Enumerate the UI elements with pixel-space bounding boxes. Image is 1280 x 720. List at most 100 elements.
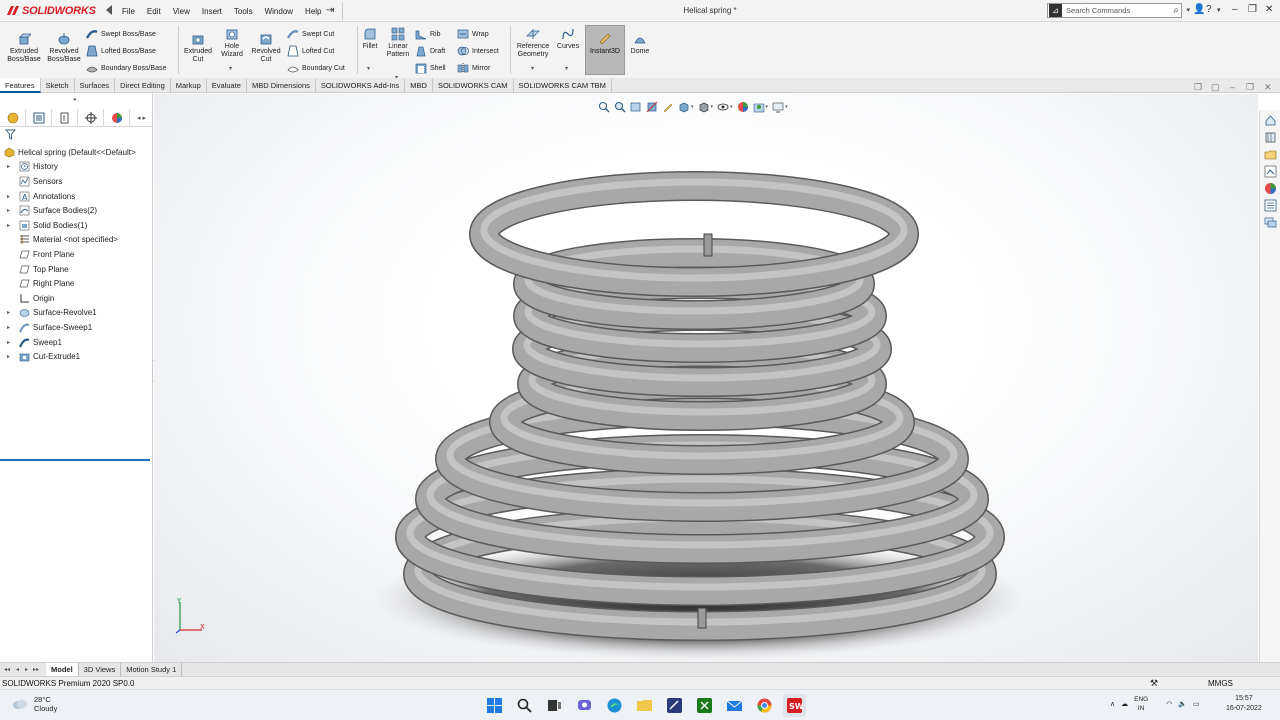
dynamic-annotation-icon[interactable]: [662, 101, 674, 113]
linear-pattern-button[interactable]: Linear Pattern: [383, 27, 413, 59]
tab-evaluate[interactable]: Evaluate: [207, 78, 247, 93]
display-manager-tab[interactable]: [104, 109, 130, 127]
expand-arrow-icon[interactable]: ▸: [7, 193, 10, 200]
tree-item-sensors[interactable]: Sensors: [0, 174, 153, 189]
revolved-cut-button[interactable]: Revolved Cut: [248, 32, 284, 64]
custom-properties-icon[interactable]: [1264, 199, 1277, 212]
graphics-area[interactable]: [154, 94, 1258, 662]
apply-scene-icon[interactable]: [753, 101, 765, 113]
property-manager-tab[interactable]: [26, 109, 52, 127]
search-icon[interactable]: ⌕: [1173, 5, 1181, 16]
swept-cut-button[interactable]: Swept Cut: [287, 27, 334, 41]
tree-item-cut-extrude1[interactable]: ▸ Cut-Extrude1: [0, 349, 153, 364]
tree-item-surface-sweep1[interactable]: ▸ Surface-Sweep1: [0, 320, 153, 335]
doc-minimize-icon[interactable]: –: [1230, 82, 1235, 92]
file-explorer-icon[interactable]: [1264, 148, 1277, 161]
wrap-button[interactable]: Wrap: [457, 27, 489, 41]
menu-file[interactable]: File: [116, 7, 141, 16]
panel-scroll-arrows[interactable]: ◂ ▸: [130, 109, 153, 127]
onedrive-icon[interactable]: ☁: [1121, 700, 1128, 708]
task-view-button[interactable]: [543, 694, 566, 717]
zoom-to-fit-icon[interactable]: [598, 101, 610, 113]
tab-solidworks-cam-tbm[interactable]: SOLIDWORKS CAM TBM: [514, 78, 612, 93]
tab-mbd[interactable]: MBD: [405, 78, 433, 93]
menu-expand-arrow-icon[interactable]: [106, 5, 112, 15]
battery-icon[interactable]: ▭: [1193, 700, 1200, 708]
previous-view-icon[interactable]: [630, 101, 642, 113]
tree-item-front-plane[interactable]: Front Plane: [0, 247, 153, 262]
tab-surfaces[interactable]: Surfaces: [75, 78, 116, 93]
chrome-button[interactable]: [753, 694, 776, 717]
tab-features[interactable]: Features: [0, 78, 41, 93]
help-icon[interactable]: ?: [1206, 4, 1212, 15]
first-tab-icon[interactable]: ◂◂: [4, 666, 10, 673]
curves-dropdown-icon[interactable]: ▾: [565, 65, 568, 72]
pen-app-button[interactable]: [663, 694, 686, 717]
view-orientation-icon[interactable]: [678, 101, 690, 113]
zoom-to-area-icon[interactable]: [614, 101, 626, 113]
user-icon[interactable]: 👤: [1193, 4, 1205, 15]
tab-mbd-dimensions[interactable]: MBD Dimensions: [247, 78, 316, 93]
view-settings-icon[interactable]: [772, 101, 784, 113]
solidworks-taskbar-button[interactable]: SW: [783, 694, 806, 717]
rollback-bar[interactable]: [0, 459, 150, 461]
minimize-icon[interactable]: –: [1232, 4, 1238, 15]
hide-show-dropdown-icon[interactable]: ▾: [730, 104, 733, 110]
language-indicator[interactable]: ENG IN: [1134, 695, 1148, 713]
menu-help[interactable]: Help: [299, 7, 327, 16]
tab-3d-views[interactable]: 3D Views: [79, 663, 122, 676]
unit-system[interactable]: MMGS: [1208, 679, 1233, 688]
tree-item-top-plane[interactable]: Top Plane: [0, 262, 153, 277]
solidworks-logo[interactable]: SOLIDWORKS: [6, 3, 96, 19]
mail-button[interactable]: [723, 694, 746, 717]
forum-icon[interactable]: [1264, 216, 1277, 229]
lofted-cut-button[interactable]: Lofted Cut: [287, 44, 334, 58]
appearances-icon[interactable]: [1264, 182, 1277, 195]
next-tab-icon[interactable]: ▸: [25, 666, 28, 673]
swept-boss-button[interactable]: Swept Boss/Base: [86, 27, 156, 41]
expand-arrow-icon[interactable]: ▸: [7, 309, 10, 316]
extruded-boss-button[interactable]: Extruded Boss/Base: [5, 32, 43, 64]
edit-appearance-icon[interactable]: [737, 101, 749, 113]
clock[interactable]: 15:57 16-07-2022: [1226, 694, 1262, 714]
show-hidden-icons[interactable]: ∧: [1110, 700, 1115, 708]
edge-button[interactable]: [603, 694, 626, 717]
tree-item-material[interactable]: Material <not specified>: [0, 233, 153, 248]
reference-geometry-dropdown-icon[interactable]: ▾: [531, 65, 534, 72]
pin-menu-icon[interactable]: ⇥: [326, 5, 334, 16]
spring-model[interactable]: [154, 94, 1258, 662]
instant3d-button[interactable]: Instant3D: [585, 25, 625, 75]
hole-wizard-button[interactable]: Hole Wizard: [216, 27, 248, 59]
design-library-icon[interactable]: [1264, 131, 1277, 144]
expand-arrow-icon[interactable]: ▸: [7, 353, 10, 360]
menu-window[interactable]: Window: [259, 7, 299, 16]
extruded-cut-button[interactable]: Extruded Cut: [180, 32, 216, 64]
solidworks-resources-icon[interactable]: [1264, 114, 1277, 127]
doc-restore-icon[interactable]: ❐: [1246, 82, 1254, 93]
tree-item-solid-bodies[interactable]: ▸ Solid Bodies(1): [0, 218, 153, 233]
view-settings-dropdown-icon[interactable]: ▾: [785, 104, 788, 110]
new-window-icon[interactable]: ▢: [1211, 82, 1220, 93]
search-dropdown-icon[interactable]: ▾: [1186, 6, 1190, 14]
display-style-icon[interactable]: [698, 101, 710, 113]
tab-markup[interactable]: Markup: [171, 78, 207, 93]
tab-motion-study[interactable]: Motion Study 1: [121, 663, 183, 676]
hole-wizard-dropdown-icon[interactable]: ▾: [229, 65, 232, 72]
revolved-boss-button[interactable]: Revolved Boss/Base: [45, 32, 83, 64]
menu-edit[interactable]: Edit: [141, 7, 167, 16]
intersect-button[interactable]: Intersect: [457, 44, 499, 58]
expand-arrow-icon[interactable]: ▸: [7, 207, 10, 214]
tree-item-surface-bodies[interactable]: ▸ Surface Bodies(2): [0, 203, 153, 218]
reference-geometry-button[interactable]: Reference Geometry: [513, 27, 553, 59]
expand-arrow-icon[interactable]: ▸: [7, 339, 10, 346]
xbox-button[interactable]: [693, 694, 716, 717]
fillet-dropdown-icon[interactable]: ▾: [367, 65, 370, 72]
search-commands[interactable]: ⊿ Search Commands ⌕ ▾: [1047, 3, 1190, 18]
display-style-dropdown-icon[interactable]: ▾: [711, 104, 714, 110]
tree-item-sweep1[interactable]: ▸ Sweep1: [0, 335, 153, 350]
search-button[interactable]: [513, 694, 536, 717]
boundary-boss-button[interactable]: Boundary Boss/Base: [86, 61, 166, 75]
tree-item-right-plane[interactable]: Right Plane: [0, 276, 153, 291]
tree-root-part[interactable]: Helical spring (Default<<Default>: [0, 145, 153, 160]
tab-direct-editing[interactable]: Direct Editing: [115, 78, 171, 93]
